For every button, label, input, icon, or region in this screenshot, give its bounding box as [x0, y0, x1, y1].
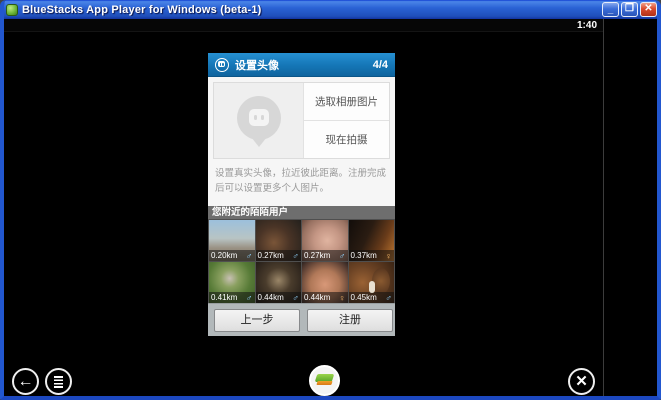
page-title: 设置头像 [235, 59, 279, 72]
android-status-bar: 1:40 [4, 19, 603, 32]
avatar-hint-text: 设置真实头像，拉近彼此距离。注册完成后可以设置更多个人图片。 [215, 168, 387, 194]
back-arrow-icon: ← [17, 373, 34, 390]
register-button[interactable]: 注册 [307, 309, 393, 332]
minimize-icon: _ [607, 4, 614, 15]
menu-button[interactable] [45, 368, 72, 395]
maximize-button[interactable]: ❐ [621, 2, 638, 17]
maximize-icon: ❐ [625, 3, 634, 14]
user-photo[interactable]: 0.41km ♂ [209, 262, 255, 303]
nearby-users-grid: 0.20km ♂ 0.27km ♂ 0.27km ♂ 0.37km ♀ 0.41km ♂ [208, 219, 395, 336]
minimize-button[interactable]: _ [602, 2, 619, 17]
user-photo[interactable]: 0.27km ♂ [302, 220, 348, 261]
emulator-screen: 1:40 设置头像 4/4 选取相册图片 现在拍摄 设置真实头像，拉近彼此距离。… [4, 19, 657, 396]
bluestacks-window: BlueStacks App Player for Windows (beta-… [0, 0, 661, 400]
distance-badge: 0.27km ♂ [255, 250, 301, 261]
wizard-footer: 上一步 注册 [208, 303, 395, 336]
user-photo[interactable]: 0.44km ♀ [302, 262, 348, 303]
momo-pin-placeholder-icon [237, 96, 281, 147]
distance-badge: 0.45km ♂ [348, 292, 394, 303]
nearby-users-header: 您附近的陌陌用户 [208, 206, 395, 219]
female-icon: ♀ [385, 250, 392, 261]
step-indicator: 4/4 [372, 58, 388, 71]
distance-badge: 0.20km ♂ [209, 250, 255, 261]
user-photo[interactable]: 0.27km ♂ [255, 220, 301, 261]
take-photo-button[interactable]: 现在拍摄 [304, 120, 389, 158]
momo-pin-icon [215, 57, 229, 72]
screen-divider [603, 19, 604, 396]
bluestacks-logo-icon [314, 374, 335, 385]
distance-badge: 0.44km ♀ [302, 292, 348, 303]
male-icon: ♂ [338, 250, 346, 261]
avatar-card: 选取相册图片 现在拍摄 [213, 82, 390, 159]
window-titlebar[interactable]: BlueStacks App Player for Windows (beta-… [4, 0, 657, 19]
bluestacks-home-button[interactable] [309, 365, 340, 396]
window-title: BlueStacks App Player for Windows (beta-… [22, 3, 262, 16]
distance-badge: 0.37km ♀ [348, 250, 394, 261]
distance-badge: 0.44km ♂ [255, 292, 301, 303]
clock: 1:40 [576, 20, 597, 31]
user-photo[interactable]: 0.44km ♂ [255, 262, 301, 303]
close-button[interactable]: ✕ [640, 2, 657, 17]
distance-badge: 0.27km ♂ [302, 250, 348, 261]
menu-lines-icon [54, 375, 63, 389]
avatar-preview [214, 83, 304, 158]
close-icon: ✕ [644, 3, 653, 14]
user-photo[interactable]: 0.20km ♂ [209, 220, 255, 261]
male-icon: ♂ [385, 292, 392, 303]
male-icon: ♂ [292, 292, 299, 303]
avatar-section: 选取相册图片 现在拍摄 设置真实头像，拉近彼此距离。注册完成后可以设置更多个人图… [208, 77, 395, 206]
user-photo[interactable]: 0.37km ♀ [348, 220, 394, 261]
momo-setup-screen: 设置头像 4/4 选取相册图片 现在拍摄 设置真实头像，拉近彼此距离。注册完成后… [208, 53, 395, 336]
male-icon: ♂ [292, 250, 299, 261]
distance-badge: 0.41km ♂ [209, 292, 255, 303]
male-icon: ♂ [245, 292, 253, 303]
bluestacks-app-icon [6, 3, 18, 16]
settings-tools-button[interactable]: ✕ [568, 368, 595, 395]
previous-step-button[interactable]: 上一步 [214, 309, 300, 332]
male-icon: ♂ [245, 250, 253, 261]
female-icon: ♀ [338, 292, 346, 303]
app-header: 设置头像 4/4 [208, 53, 395, 77]
back-button[interactable]: ← [12, 368, 39, 395]
tools-icon: ✕ [575, 373, 588, 390]
user-photo[interactable]: 0.45km ♂ [348, 262, 394, 303]
pick-album-photo-button[interactable]: 选取相册图片 [304, 83, 389, 121]
